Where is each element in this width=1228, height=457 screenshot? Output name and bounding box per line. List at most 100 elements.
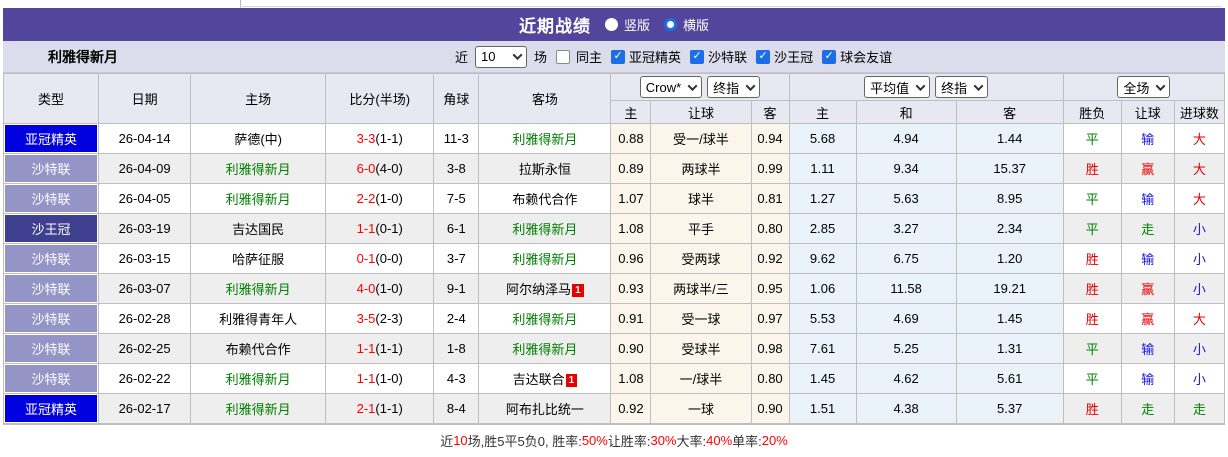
away-team: 布赖代合作 — [478, 183, 612, 214]
match-date: 26-03-19 — [98, 213, 192, 244]
col-header-odds-away: 客 — [750, 100, 790, 124]
odds-time-select[interactable]: 终指 — [707, 76, 761, 98]
avg-odds-draw: 6.75 — [855, 243, 957, 274]
team-name: 利雅得新月 — [48, 48, 118, 65]
col-header-outcome: 胜负 — [1062, 100, 1122, 124]
league-filter-checkbox-kingscup[interactable]: ✓ — [756, 49, 771, 64]
corner-score: 7-5 — [433, 183, 480, 214]
avg-odds-away: 15.37 — [955, 153, 1064, 184]
avg-odds-away: 5.61 — [955, 363, 1064, 394]
corner-score: 2-4 — [433, 303, 480, 334]
home-team: 利雅得新月 — [190, 363, 327, 394]
corner-score: 1-8 — [433, 333, 480, 364]
odds-time-value: 终指 — [713, 80, 740, 96]
avg-odds-draw: 11.58 — [855, 273, 957, 304]
score-cell: 1-1(0-1) — [325, 213, 435, 244]
same-home-checkbox[interactable] — [556, 49, 571, 64]
handicap-odds-home: 0.92 — [610, 393, 652, 424]
league-filter-checkbox-acl[interactable]: ✓ — [611, 49, 626, 64]
average-time-value: 终指 — [941, 80, 968, 96]
score-cell: 1-1(1-0) — [325, 363, 435, 394]
full-time-score: 3-3 — [356, 131, 376, 146]
avg-odds-away: 1.31 — [955, 333, 1064, 364]
radio-selected-icon[interactable] — [664, 18, 677, 31]
result-goals: 小 — [1173, 213, 1226, 244]
result-outcome: 平 — [1062, 363, 1122, 394]
scope-selector-group: 全场 — [1062, 73, 1226, 101]
result-handicap: 赢 — [1120, 303, 1175, 334]
home-team: 布赖代合作 — [190, 333, 327, 364]
view-option-horizontal[interactable]: 横版 — [664, 15, 709, 34]
corner-score: 3-8 — [433, 153, 480, 184]
match-type-badge: 亚冠精英 — [2, 393, 100, 424]
full-time-score: 4-0 — [356, 281, 376, 296]
match-type-badge: 沙特联 — [2, 303, 100, 334]
summary-text: 30% — [650, 432, 677, 448]
away-team: 利雅得新月 — [478, 333, 612, 364]
away-team: 阿尔纳泽马 1 — [478, 273, 612, 304]
home-team: 利雅得青年人 — [190, 303, 327, 334]
recent-results-panel: 近期战绩 竖版 横版 利雅得新月 近 10 场 同主 ✓ 亚冠精英 ✓ 沙特联 … — [0, 0, 1228, 457]
result-handicap: 输 — [1120, 363, 1175, 394]
avg-odds-draw: 4.62 — [855, 363, 957, 394]
result-handicap: 输 — [1120, 243, 1175, 274]
odds-company-value: Crow* — [645, 79, 682, 95]
avg-odds-draw: 3.27 — [855, 213, 957, 244]
full-time-score: 0-1 — [356, 251, 376, 266]
odds-company-select[interactable]: Crow* — [639, 76, 703, 98]
full-time-score: 6-0 — [356, 161, 376, 176]
matches-label: 场 — [534, 50, 548, 65]
league-filter-checkbox-saudi[interactable]: ✓ — [690, 49, 705, 64]
score-cell: 1-1(1-1) — [325, 333, 435, 364]
col-header-goals-result: 进球数 — [1173, 100, 1226, 124]
match-date: 26-02-25 — [98, 333, 192, 364]
away-team: 利雅得新月 — [478, 303, 612, 334]
summary-text: 20% — [761, 432, 788, 448]
full-time-score: 1-1 — [356, 341, 376, 356]
scope-select[interactable]: 全场 — [1117, 76, 1171, 98]
average-type-select[interactable]: 平均值 — [864, 76, 931, 98]
away-team: 利雅得新月 — [478, 123, 612, 154]
match-date: 26-02-28 — [98, 303, 192, 334]
result-outcome: 胜 — [1062, 303, 1122, 334]
avg-odds-home: 1.06 — [788, 273, 857, 304]
table-row: 沙特联 26-02-22 利雅得新月 1-1(1-0) 4-3 吉达联合 1 1.… — [2, 363, 1226, 394]
match-date: 26-04-05 — [98, 183, 192, 214]
summary-text: 大率: — [676, 433, 707, 449]
handicap-odds-away: 0.81 — [750, 183, 790, 214]
table-row: 沙特联 26-04-05 利雅得新月 2-2(1-0) 7-5 布赖代合作 1.… — [2, 183, 1226, 214]
league-filter-label-acl: 亚冠精英 — [629, 50, 682, 65]
match-type-badge: 沙特联 — [2, 243, 100, 274]
half-time-score: (1-0) — [375, 281, 403, 296]
score-cell: 0-1(0-0) — [325, 243, 435, 274]
average-time-select[interactable]: 终指 — [935, 76, 989, 98]
average-selector-group: 平均值 终指 — [788, 73, 1064, 101]
corner-score: 4-3 — [433, 363, 480, 394]
full-time-score: 1-1 — [356, 221, 376, 236]
table-row: 亚冠精英 26-02-17 利雅得新月 2-1(1-1) 8-4 阿布扎比统一 … — [2, 393, 1226, 424]
title-bar: 近期战绩 竖版 横版 — [3, 8, 1225, 41]
radio-unselected-icon[interactable] — [604, 18, 618, 31]
results-tbody: 亚冠精英 26-04-14 萨德(中) 3-3(1-1) 11-3 利雅得新月 … — [2, 123, 1226, 424]
corner-score: 8-4 — [433, 393, 480, 424]
col-header-type: 类型 — [2, 73, 100, 124]
handicap-line: 受一球 — [650, 303, 752, 334]
result-outcome: 胜 — [1062, 153, 1122, 184]
col-header-corner: 角球 — [433, 73, 480, 124]
average-type-value: 平均值 — [870, 80, 910, 96]
table-row: 亚冠精英 26-04-14 萨德(中) 3-3(1-1) 11-3 利雅得新月 … — [2, 123, 1226, 154]
avg-odds-home: 1.11 — [788, 153, 857, 184]
home-team: 吉达国民 — [190, 213, 327, 244]
handicap-line: 球半 — [650, 183, 752, 214]
avg-odds-away: 1.45 — [955, 303, 1064, 334]
half-time-score: (1-1) — [375, 131, 403, 146]
result-goals: 大 — [1173, 303, 1226, 334]
handicap-odds-away: 0.80 — [750, 213, 790, 244]
avg-odds-draw: 5.25 — [855, 333, 957, 364]
filter-controls: 近 10 场 同主 ✓ 亚冠精英 ✓ 沙特联 ✓ 沙王冠 ✓ 球会友谊 — [455, 45, 892, 68]
table-row: 沙特联 26-03-07 利雅得新月 4-0(1-0) 9-1 阿尔纳泽马 1 0… — [2, 273, 1226, 304]
match-count-select[interactable]: 10 — [475, 45, 528, 68]
view-option-vertical[interactable]: 竖版 — [604, 15, 650, 34]
results-table: 类型 日期 主场 比分(半场) 角球 客场 Crow* 终指 平均值 终指 全场… — [2, 73, 1226, 424]
league-filter-checkbox-friendly[interactable]: ✓ — [822, 49, 837, 64]
